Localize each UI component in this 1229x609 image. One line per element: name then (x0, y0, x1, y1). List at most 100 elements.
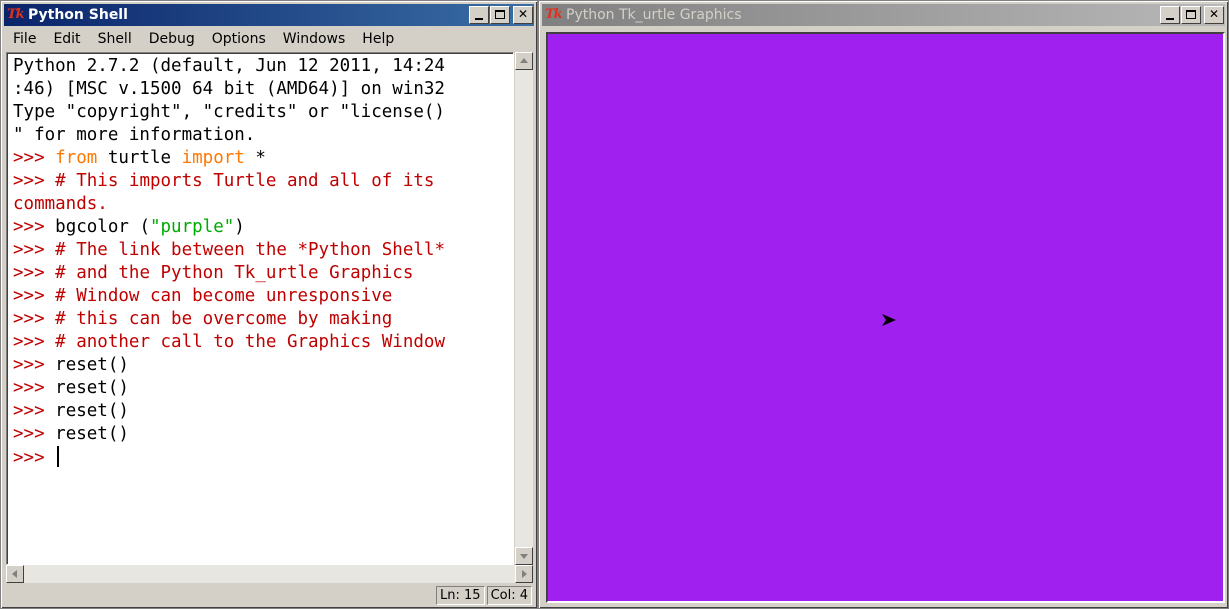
shell-output[interactable]: Python 2.7.2 (default, Jun 12 2011, 14:2… (7, 53, 513, 469)
close-button[interactable]: ✕ (1204, 6, 1224, 24)
horizontal-scrollbar[interactable] (6, 565, 533, 583)
shell-line: >>> # another call to the Graphics Windo… (13, 331, 513, 354)
shell-text: reset() (55, 355, 129, 375)
shell-text: # This imports Turtle and all of its (55, 171, 435, 191)
shell-title: Python Shell (28, 7, 128, 23)
scroll-up-button[interactable] (515, 52, 533, 70)
menu-options[interactable]: Options (203, 31, 274, 47)
shell-prompt: >>> (13, 332, 56, 352)
shell-line: >>> reset() (13, 423, 513, 446)
python-shell-window: Tk Python Shell ✕ File Edit Shell Debug … (0, 0, 538, 609)
text-cursor (57, 446, 60, 467)
arrow-left-icon (12, 570, 17, 578)
scroll-down-button[interactable] (515, 547, 533, 565)
close-icon: ✕ (1208, 7, 1220, 21)
menu-help[interactable]: Help (353, 31, 402, 47)
turtle-arrow-icon (882, 314, 896, 326)
close-button[interactable]: ✕ (513, 6, 533, 24)
shell-prompt: >>> (13, 240, 56, 260)
minimize-button[interactable] (1160, 6, 1180, 24)
shell-prompt: >>> (13, 217, 56, 237)
maximize-button[interactable] (1181, 6, 1201, 24)
menu-debug[interactable]: Debug (140, 31, 203, 47)
menu-edit[interactable]: Edit (44, 31, 88, 47)
shell-line: >>> # Window can become unresponsive (13, 285, 513, 308)
minimize-icon (1166, 18, 1174, 20)
scroll-right-button[interactable] (515, 565, 533, 583)
shell-menubar: File Edit Shell Debug Options Windows He… (4, 28, 534, 50)
close-icon: ✕ (517, 7, 529, 21)
turtle-canvas[interactable] (546, 32, 1225, 603)
status-line: Ln: 15 (436, 586, 485, 605)
shell-text: Python 2.7.2 (default, Jun 12 2011, 14:2… (13, 56, 445, 76)
shell-text: reset() (55, 378, 129, 398)
arrow-down-icon (520, 554, 528, 559)
shell-text: ) (234, 217, 245, 237)
shell-text: # and the Python Tk_urtle Graphics (55, 263, 414, 283)
shell-text: Type "copyright", "credits" or "license(… (13, 102, 445, 122)
shell-line: >>> # and the Python Tk_urtle Graphics (13, 262, 513, 285)
turtle-title: Python Tk_urtle Graphics (566, 7, 742, 23)
vertical-scrollbar[interactable] (515, 52, 533, 565)
shell-line: Type "copyright", "credits" or "license(… (13, 101, 513, 124)
shell-text: reset() (55, 401, 129, 421)
shell-text: bgcolor ( (55, 217, 150, 237)
shell-text: * (244, 148, 266, 168)
shell-text: # this can be overcome by making (55, 309, 393, 329)
turtle-graphics-window: Tk Python Tk_urtle Graphics ✕ (538, 0, 1229, 609)
shell-prompt: >>> (13, 286, 56, 306)
menu-shell[interactable]: Shell (89, 31, 140, 47)
shell-line: " for more information. (13, 124, 513, 147)
shell-text: " for more information. (13, 125, 256, 145)
shell-prompt: >>> (13, 448, 56, 468)
shell-prompt: >>> (13, 378, 56, 398)
shell-prompt: >>> (13, 171, 56, 191)
shell-text: reset() (55, 424, 129, 444)
shell-line: >>> reset() (13, 377, 513, 400)
shell-line: >>> # The link between the *Python Shell… (13, 239, 513, 262)
turtle-titlebar[interactable]: Tk Python Tk_urtle Graphics ✕ (542, 4, 1225, 26)
shell-text-area[interactable]: Python 2.7.2 (default, Jun 12 2011, 14:2… (6, 52, 514, 565)
arrow-up-icon (520, 58, 528, 63)
menu-file[interactable]: File (4, 31, 44, 47)
shell-text: "purple" (149, 217, 235, 237)
scroll-left-button[interactable] (6, 565, 24, 583)
shell-titlebar[interactable]: Tk Python Shell ✕ (4, 4, 534, 26)
arrow-right-icon (522, 570, 527, 578)
shell-line: >>> bgcolor ("purple") (13, 216, 513, 239)
shell-line: >>> reset() (13, 354, 513, 377)
status-column: Col: 4 (486, 586, 532, 605)
shell-text: # Window can become unresponsive (55, 286, 393, 306)
maximize-icon (1186, 10, 1196, 19)
turtle-window-controls: ✕ (1159, 6, 1224, 24)
shell-text: turtle (97, 148, 182, 168)
shell-line: Python 2.7.2 (default, Jun 12 2011, 14:2… (13, 55, 513, 78)
shell-statusbar: Ln: 15 Col: 4 (4, 584, 534, 607)
shell-prompt: >>> (13, 424, 56, 444)
shell-text: import (181, 148, 245, 168)
shell-prompt: >>> (13, 309, 56, 329)
shell-line: :46) [MSC v.1500 64 bit (AMD64)] on win3… (13, 78, 513, 101)
shell-line: >>> # this can be overcome by making (13, 308, 513, 331)
tk-icon[interactable]: Tk (545, 7, 563, 23)
shell-line: >>> reset() (13, 400, 513, 423)
minimize-icon (475, 18, 483, 20)
shell-line: commands. (13, 193, 513, 216)
shell-line: >>> from turtle import * (13, 147, 513, 170)
menu-windows[interactable]: Windows (274, 31, 354, 47)
shell-text: :46) [MSC v.1500 64 bit (AMD64)] on win3… (13, 79, 445, 99)
shell-text: # The link between the *Python Shell* (55, 240, 445, 260)
shell-line: >>> # This imports Turtle and all of its (13, 170, 513, 193)
minimize-button[interactable] (469, 6, 489, 24)
maximize-icon (495, 10, 505, 19)
shell-prompt: >>> (13, 148, 56, 168)
maximize-button[interactable] (490, 6, 510, 24)
shell-prompt: >>> (13, 401, 56, 421)
tk-icon[interactable]: Tk (7, 7, 25, 23)
shell-window-controls: ✕ (468, 6, 533, 24)
shell-text: # another call to the Graphics Window (55, 332, 445, 352)
shell-text: from (55, 148, 98, 168)
shell-prompt: >>> (13, 263, 56, 283)
shell-prompt: >>> (13, 355, 56, 375)
shell-line: >>> (13, 446, 513, 469)
